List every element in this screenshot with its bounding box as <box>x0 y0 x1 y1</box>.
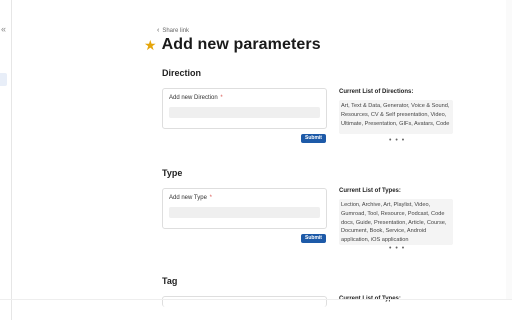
breadcrumb[interactable]: ‹ Share link <box>157 27 189 34</box>
collapse-sidebar-icon[interactable]: « <box>1 24 6 34</box>
page-title: Add new parameters <box>161 36 321 53</box>
breadcrumb-link[interactable]: Share link <box>162 28 189 34</box>
sidebar: « <box>0 0 12 320</box>
directions-list: Art, Text & Data, Generator, Voice & Sou… <box>339 100 453 134</box>
type-field-label: Add new Type * <box>169 195 212 201</box>
direction-label-text: Add new Direction <box>169 95 218 101</box>
section-title-direction: Direction <box>162 68 202 78</box>
direction-field-label: Add new Direction * <box>169 95 223 101</box>
section-title-type: Type <box>162 168 183 178</box>
required-marker: * <box>209 195 212 201</box>
scrollbar[interactable] <box>506 0 512 300</box>
directions-more-indicator[interactable]: • • • <box>389 137 405 144</box>
types-list: Lection, Archive, Art, Playlist, Video, … <box>339 199 453 245</box>
required-marker: * <box>220 95 223 101</box>
chevron-left-icon: ‹ <box>157 27 160 34</box>
directions-list-title: Current List of Directions: <box>339 89 414 95</box>
direction-input[interactable] <box>169 107 320 118</box>
types-more-indicator[interactable]: • • • <box>389 245 405 252</box>
sidebar-selected-item[interactable] <box>0 73 7 86</box>
direction-form: Add new Direction * <box>162 88 327 129</box>
title-row: ★ Add new parameters <box>144 36 321 54</box>
section-title-tag: Tag <box>162 276 178 286</box>
divider <box>0 299 512 300</box>
types-list-title: Current List of Types: <box>339 188 401 194</box>
star-icon: ★ <box>144 37 157 53</box>
tag-form <box>162 296 327 307</box>
direction-submit-button[interactable]: Submit <box>301 134 326 143</box>
type-input[interactable] <box>169 207 320 218</box>
type-label-text: Add new Type <box>169 195 207 201</box>
type-form: Add new Type * <box>162 188 327 229</box>
type-submit-button[interactable]: Submit <box>301 234 326 243</box>
